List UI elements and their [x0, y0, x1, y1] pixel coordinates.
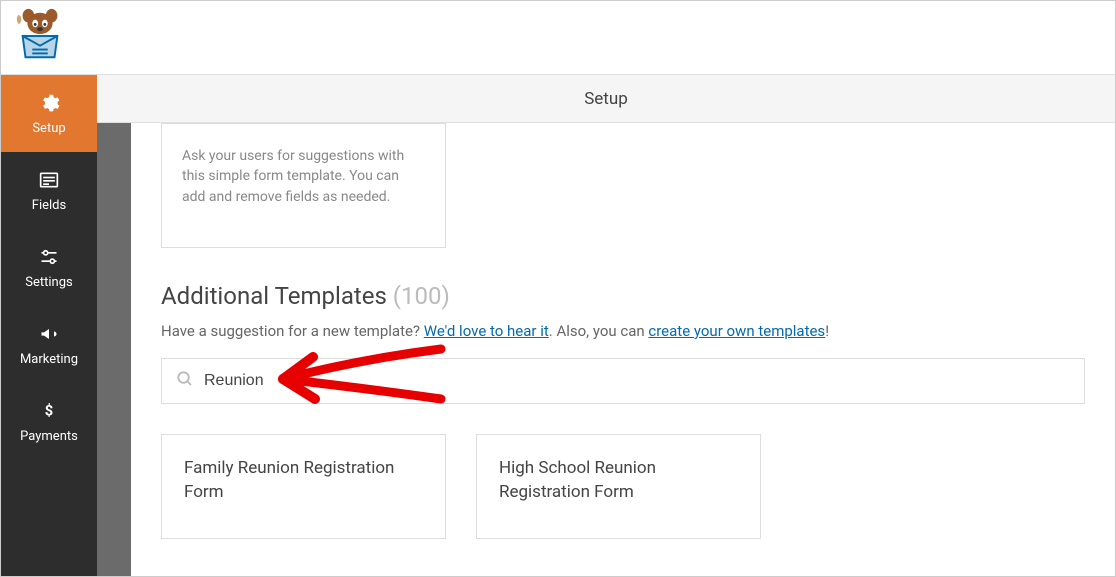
- content-area: Setup Ask your users for suggestions wit…: [97, 75, 1115, 576]
- wpforms-logo: [11, 7, 69, 67]
- page-header: Setup: [97, 75, 1115, 123]
- template-results: Family Reunion Registration Form High Sc…: [161, 434, 1085, 540]
- setup-body: Ask your users for suggestions with this…: [131, 123, 1115, 576]
- sidebar-item-fields[interactable]: Fields: [1, 152, 97, 229]
- section-title: Additional Templates (100): [161, 282, 1085, 310]
- template-description-text: Ask your users for suggestions with this…: [182, 148, 404, 205]
- sidebar-item-setup[interactable]: Setup: [1, 75, 97, 152]
- gear-icon: [37, 91, 61, 115]
- sidebar-nav: Setup Fields Settings Marketing $ Paymen…: [1, 75, 97, 576]
- svg-text:$: $: [45, 402, 53, 420]
- template-result-title: Family Reunion Registration Form: [184, 458, 394, 502]
- section-title-text: Additional Templates: [161, 282, 387, 310]
- sidebar-item-label: Payments: [20, 429, 78, 444]
- list-icon: [37, 168, 61, 192]
- sidebar-item-label: Fields: [32, 198, 66, 213]
- template-search-input[interactable]: [204, 372, 1070, 390]
- template-description-card: Ask your users for suggestions with this…: [161, 123, 446, 248]
- search-icon: [176, 370, 194, 392]
- dollar-icon: $: [37, 399, 61, 423]
- sidebar-item-label: Settings: [25, 275, 72, 290]
- page-title: Setup: [584, 89, 628, 109]
- suggestion-pre-text: Have a suggestion for a new template?: [161, 322, 424, 340]
- template-result-title: High School Reunion Registration Form: [499, 458, 656, 502]
- suggestion-post-text: !: [825, 322, 829, 340]
- template-result-card[interactable]: High School Reunion Registration Form: [476, 434, 761, 540]
- suggestion-link-hear[interactable]: We'd love to hear it: [424, 322, 549, 340]
- sidebar-item-marketing[interactable]: Marketing: [1, 306, 97, 383]
- suggestion-mid-text: . Also, you can: [549, 322, 649, 340]
- sliders-icon: [37, 245, 61, 269]
- suggestion-link-create[interactable]: create your own templates: [648, 322, 825, 340]
- suggestion-line: Have a suggestion for a new template? We…: [161, 322, 1085, 340]
- sidebar-item-label: Setup: [32, 121, 65, 136]
- section-count: (100): [393, 282, 450, 310]
- template-search-box[interactable]: [161, 358, 1085, 404]
- app-top-bar: [1, 1, 1115, 75]
- template-result-card[interactable]: Family Reunion Registration Form: [161, 434, 446, 540]
- sidebar-item-settings[interactable]: Settings: [1, 229, 97, 306]
- sidebar-item-label: Marketing: [20, 352, 78, 367]
- sidebar-item-payments[interactable]: $ Payments: [1, 383, 97, 460]
- bullhorn-icon: [37, 322, 61, 346]
